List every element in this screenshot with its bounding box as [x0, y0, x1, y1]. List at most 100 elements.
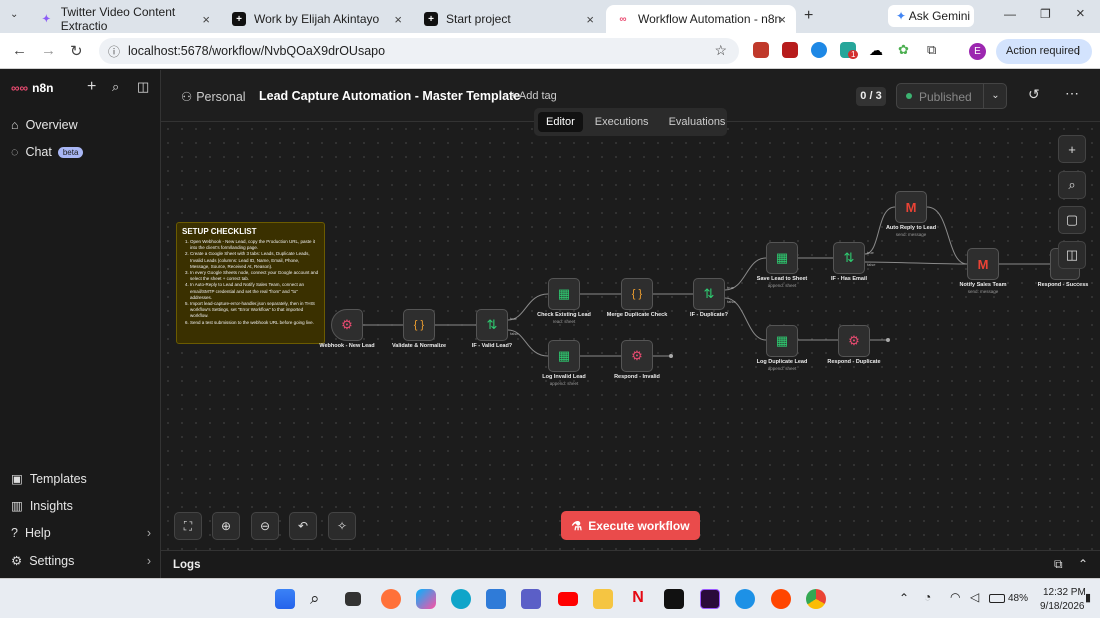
wifi-icon[interactable]: ◠ [950, 590, 960, 604]
restore-icon[interactable]: ❐ [1040, 7, 1051, 21]
forward-icon[interactable]: → [41, 42, 56, 59]
tradingview-icon[interactable] [664, 589, 684, 609]
ask-gemini-button[interactable]: ✦ Ask Gemini [888, 5, 974, 27]
start-icon[interactable] [275, 589, 295, 609]
node-notify-sales-team[interactable]: M [967, 248, 999, 280]
tab-work[interactable]: + Work by Elijah Akintayo × [222, 5, 412, 33]
add-icon[interactable]: + [87, 78, 96, 96]
tab-executions[interactable]: Executions [587, 112, 657, 132]
teams-icon[interactable] [521, 589, 541, 609]
search-nodes-button[interactable]: ⌕ [1058, 171, 1086, 199]
close-icon[interactable]: × [394, 12, 402, 27]
back-icon[interactable]: ← [12, 42, 27, 59]
file-explorer-icon[interactable] [593, 589, 613, 609]
execute-workflow-button[interactable]: ⚗ Execute workflow [561, 511, 700, 540]
sidebar-item-insights[interactable]: ▥ Insights [11, 498, 73, 514]
url-input[interactable]: ⓘ localhost:5678/workflow/NvbQOaX9drOUsa… [99, 38, 739, 64]
sidebar-item-help[interactable]: ? Help › [11, 526, 151, 540]
extension-icon[interactable]: ✿ [898, 42, 914, 58]
tab-evaluations[interactable]: Evaluations [661, 112, 734, 132]
node-if-valid-lead[interactable]: ⇅ [476, 309, 508, 341]
node-if-duplicate[interactable]: ⇅ [693, 278, 725, 310]
project-breadcrumb[interactable]: ⚇ Personal [181, 89, 246, 104]
zoom-out-button[interactable]: ⊖ [251, 512, 279, 540]
popout-icon[interactable]: ⧉ [1054, 557, 1063, 572]
network-icon[interactable]: ◔ [924, 590, 931, 604]
workflow-title[interactable]: Lead Capture Automation - Master Templat… [259, 89, 520, 103]
extension-icon[interactable] [753, 42, 769, 58]
minimize-icon[interactable]: — [1004, 7, 1016, 21]
reddit-icon[interactable] [771, 589, 791, 609]
close-icon[interactable]: × [586, 12, 594, 27]
close-icon[interactable]: × [778, 12, 786, 27]
add-node-button[interactable]: + [1058, 135, 1086, 163]
extension-icon[interactable] [811, 42, 827, 58]
add-tag-button[interactable]: + Add tag [510, 90, 557, 102]
site-info-icon[interactable]: ⓘ [108, 43, 120, 60]
published-button[interactable]: Published ⌄ [896, 83, 1007, 109]
tab-twitter[interactable]: ✦ Twitter Video Content Extractio × [30, 5, 220, 33]
node-log-invalid-lead[interactable]: ▦ [548, 340, 580, 372]
tidy-up-button[interactable]: ✧ [328, 512, 356, 540]
tab-n8n[interactable]: ∞ Workflow Automation - n8n × [606, 5, 796, 33]
extension-icon[interactable]: 1 [840, 42, 859, 59]
clock-date[interactable]: 9/18/2026 [1040, 601, 1085, 612]
search-icon[interactable]: ⌕ [112, 79, 119, 95]
fit-view-button[interactable]: ⛶ [174, 512, 202, 540]
profile-avatar[interactable]: E [969, 43, 986, 60]
tab-start-project[interactable]: + Start project × [414, 5, 604, 33]
youtube-icon[interactable] [558, 592, 578, 606]
clock-time[interactable]: 12:32 PM [1043, 587, 1086, 598]
sidebar-item-templates[interactable]: ▣ Templates [11, 471, 87, 487]
chevron-down-icon[interactable]: ⌄ [983, 84, 1007, 108]
firefox-icon[interactable] [381, 589, 401, 609]
battery-icon[interactable] [989, 594, 1005, 603]
node-check-existing-lead[interactable]: ▦ [548, 278, 580, 310]
logs-panel[interactable]: Logs ⧉ ⌃ [161, 550, 1100, 578]
setup-checklist-note[interactable]: SETUP CHECKLIST Open Webhook - New Lead,… [176, 222, 325, 344]
node-validate-normalize[interactable]: { } [403, 309, 435, 341]
action-required-button[interactable]: Action required ⋮ [996, 39, 1092, 64]
node-webhook-new-lead[interactable]: ⚙ [331, 309, 363, 341]
history-icon[interactable]: ↺ [1028, 86, 1040, 103]
zoom-in-button[interactable]: ⊕ [212, 512, 240, 540]
store-icon[interactable] [486, 589, 506, 609]
node-merge-duplicate-check[interactable]: { } [621, 278, 653, 310]
task-view-icon[interactable] [345, 592, 361, 606]
workflow-canvas[interactable]: Editor Executions Evaluations SETUP CHEC… [161, 108, 1100, 550]
edge-icon[interactable] [451, 589, 471, 609]
node-save-lead-to-sheet[interactable]: ▦ [766, 242, 798, 274]
tab-editor[interactable]: Editor [538, 112, 583, 132]
tab-search-icon[interactable]: ⌄ [10, 9, 18, 20]
reload-icon[interactable]: ↻ [70, 42, 83, 60]
sidebar-item-chat[interactable]: ◌ Chat beta [11, 145, 84, 159]
cloud-icon[interactable]: ☁ [869, 42, 885, 58]
node-log-duplicate-lead[interactable]: ▦ [766, 325, 798, 357]
toggle-panel-button[interactable]: ◫ [1058, 241, 1086, 269]
docker-icon[interactable] [735, 589, 755, 609]
sidebar-item-settings[interactable]: ⚙ Settings › [11, 553, 151, 569]
extension-icon[interactable] [782, 42, 798, 58]
undo-button[interactable]: ↶ [289, 512, 317, 540]
sidebar-item-overview[interactable]: ⌂ Overview [11, 118, 78, 132]
chrome-icon[interactable] [806, 589, 826, 609]
chevron-up-icon[interactable]: ⌃ [899, 591, 909, 605]
node-auto-reply-to-lead[interactable]: M [895, 191, 927, 223]
close-icon[interactable]: × [202, 12, 210, 27]
copilot-icon[interactable] [416, 589, 436, 609]
chevron-up-icon[interactable]: ⌃ [1078, 557, 1088, 571]
premiere-icon[interactable] [700, 589, 720, 609]
collapse-sidebar-icon[interactable]: ◫ [137, 79, 149, 95]
volume-icon[interactable]: ◁ [970, 590, 979, 604]
close-window-icon[interactable]: × [1076, 5, 1085, 22]
new-tab-icon[interactable]: + [804, 7, 813, 25]
extensions-puzzle-icon[interactable]: ⧉ [927, 42, 943, 58]
node-if-has-email[interactable]: ⇅ [833, 242, 865, 274]
search-icon[interactable]: ⌕ [310, 589, 330, 609]
more-horizontal-icon[interactable]: ⋯ [1065, 85, 1079, 102]
node-respond-invalid[interactable]: ⚙ [621, 340, 653, 372]
node-respond-duplicate[interactable]: ⚙ [838, 325, 870, 357]
notifications-icon[interactable]: ▮ [1085, 591, 1091, 604]
add-sticky-button[interactable]: ▢ [1058, 206, 1086, 234]
netflix-icon[interactable]: N [628, 589, 648, 609]
